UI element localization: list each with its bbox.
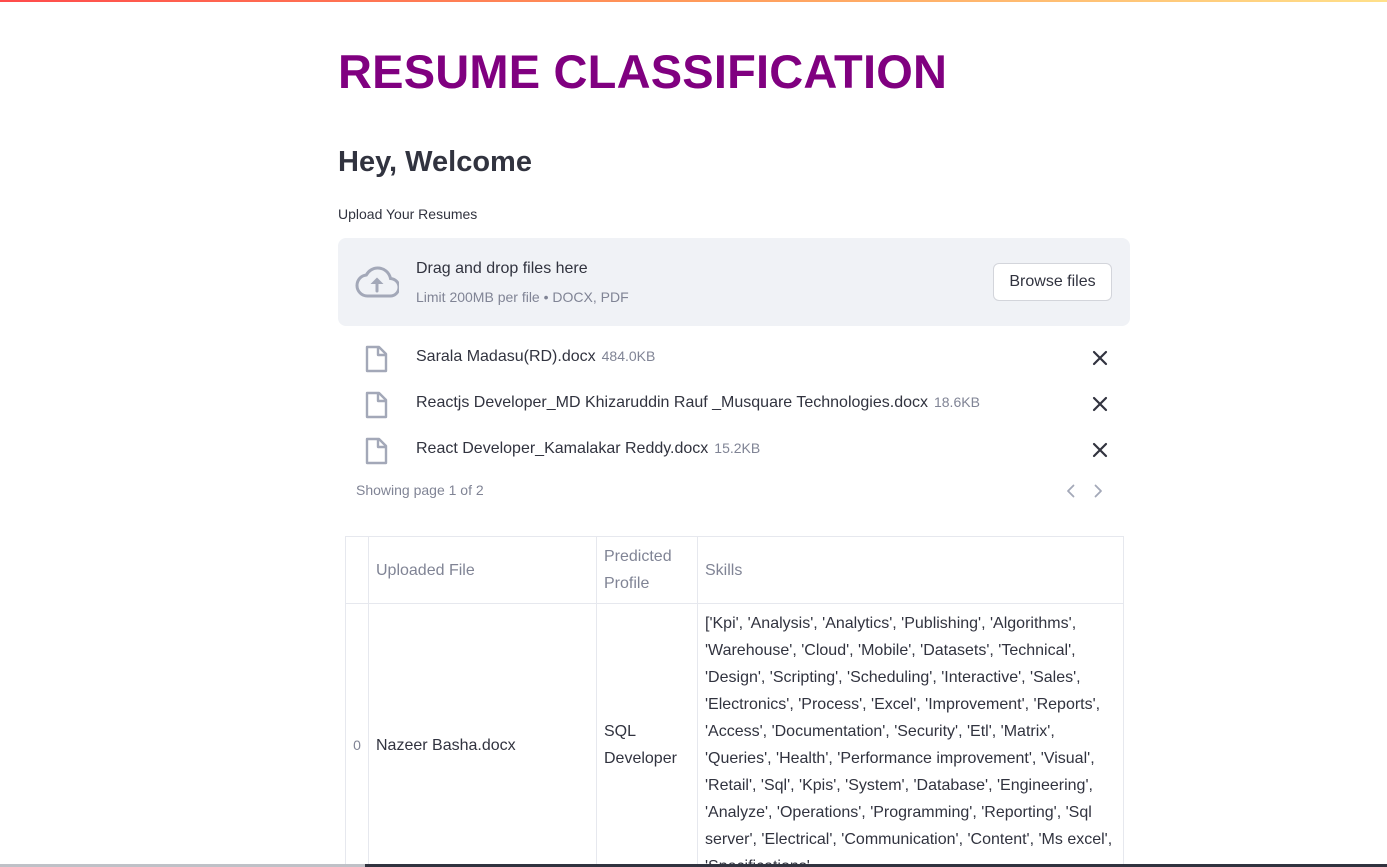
uploaded-file-item: React Developer_Kamalakar Reddy.docx 15.2… — [338, 430, 1130, 470]
uploaded-file-item: Reactjs Developer_MD Khizaruddin Rauf _M… — [338, 384, 1130, 424]
table-header-row: Uploaded File Predicted Profile Skills — [345, 536, 1124, 604]
dropzone-limit-text: Limit 200MB per file • DOCX, PDF — [416, 289, 629, 305]
browse-files-button[interactable]: Browse files — [993, 263, 1112, 301]
page-title: RESUME CLASSIFICATION — [338, 45, 948, 98]
results-table: Uploaded File Predicted Profile Skills 0… — [345, 536, 1124, 867]
close-icon[interactable] — [1090, 394, 1110, 414]
column-header-skills: Skills — [697, 536, 1124, 604]
column-header-predicted-profile: Predicted Profile — [596, 536, 698, 604]
file-size: 15.2KB — [714, 440, 761, 456]
cloud-upload-icon — [355, 266, 399, 298]
file-size: 484.0KB — [601, 348, 656, 364]
close-icon[interactable] — [1090, 348, 1110, 368]
file-icon — [365, 391, 388, 419]
row-index: 0 — [345, 603, 369, 867]
close-icon[interactable] — [1090, 440, 1110, 460]
chevron-left-icon[interactable] — [1063, 482, 1079, 500]
file-icon — [365, 437, 388, 465]
uploader-label: Upload Your Resumes — [338, 206, 478, 222]
file-name: Sarala Madasu(RD).docx — [416, 348, 596, 365]
top-decoration-bar — [0, 0, 1387, 2]
file-size: 18.6KB — [933, 394, 980, 410]
column-header-index — [345, 536, 369, 604]
cell-predicted-profile: SQL Developer — [596, 603, 698, 867]
results-table-container: Uploaded File Predicted Profile Skills 0… — [345, 536, 1124, 867]
file-name: Reactjs Developer_MD Khizaruddin Rauf _M… — [416, 394, 928, 411]
chevron-right-icon[interactable] — [1090, 482, 1106, 500]
table-row: 0 Nazeer Basha.docx SQL Developer ['Kpi'… — [345, 603, 1124, 867]
column-header-uploaded-file: Uploaded File — [368, 536, 597, 604]
file-name: React Developer_Kamalakar Reddy.docx — [416, 440, 709, 457]
uploaded-file-item: Sarala Madasu(RD).docx 484.0KB — [338, 338, 1130, 378]
cell-skills: ['Kpi', 'Analysis', 'Analytics', 'Publis… — [697, 603, 1124, 867]
file-icon — [365, 345, 388, 373]
cell-uploaded-file: Nazeer Basha.docx — [368, 603, 597, 867]
welcome-heading: Hey, Welcome — [338, 146, 532, 178]
dropzone-instruction: Drag and drop files here — [416, 260, 588, 277]
file-dropzone[interactable]: Drag and drop files here Limit 200MB per… — [338, 238, 1130, 326]
pagination-status: Showing page 1 of 2 — [356, 482, 484, 498]
